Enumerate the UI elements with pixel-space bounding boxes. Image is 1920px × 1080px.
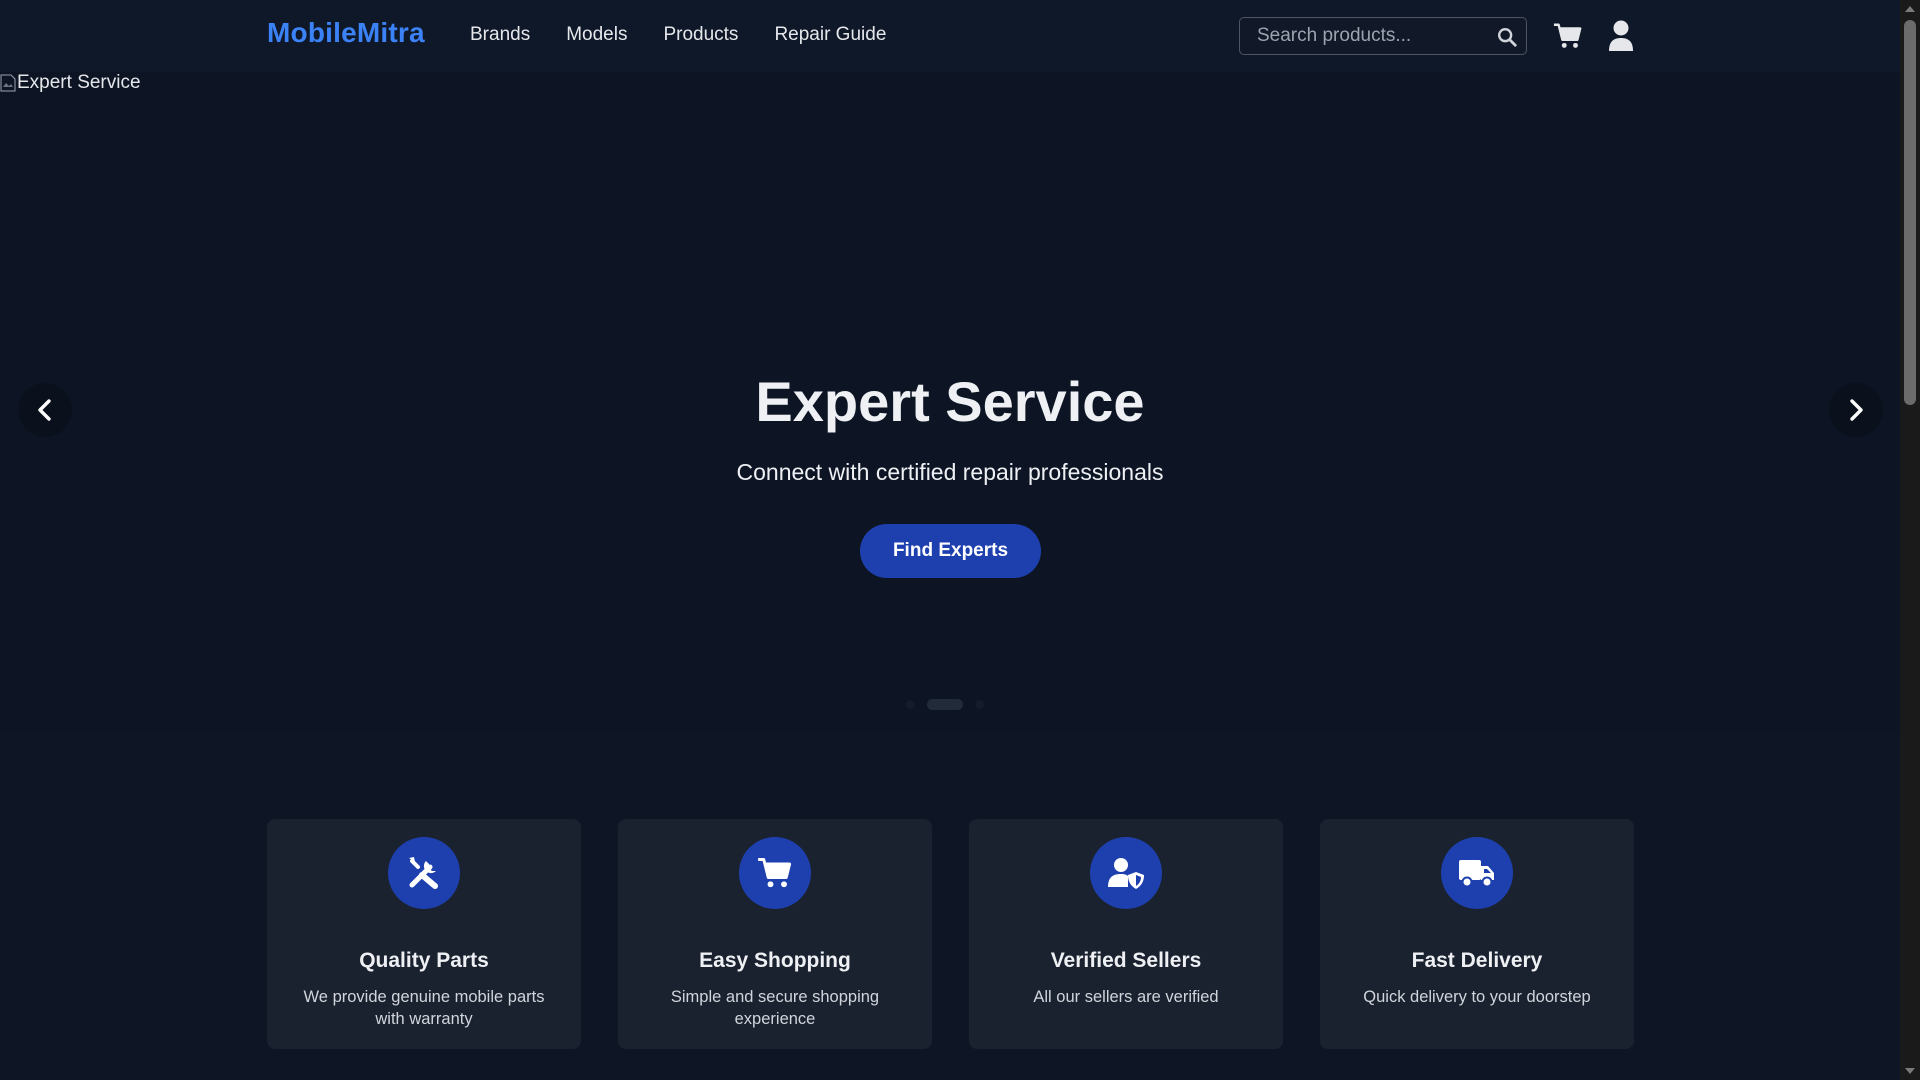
scrollbar-thumb[interactable] <box>1904 20 1916 405</box>
nav-link-products[interactable]: Products <box>663 24 738 46</box>
scroll-down-arrow-icon[interactable] <box>1905 1068 1915 1074</box>
search-box <box>1239 17 1527 55</box>
user-icon[interactable] <box>1607 20 1635 52</box>
scroll-up-arrow-icon[interactable] <box>1905 6 1915 12</box>
cart-icon <box>758 858 792 888</box>
hero-image-alt: Expert Service <box>17 72 141 93</box>
navbar: MobileMitra Brands Models Products Repai… <box>0 0 1900 72</box>
feature-card: Fast Delivery Quick delivery to your doo… <box>1320 819 1634 1049</box>
feature-description: Simple and secure shopping experience <box>670 988 880 1028</box>
nav-links: Brands Models Products Repair Guide <box>470 24 886 46</box>
page: MobileMitra Brands Models Products Repai… <box>0 0 1900 1080</box>
tools-icon <box>409 857 438 889</box>
feature-icon-circle <box>739 837 811 909</box>
carousel-dot-1[interactable] <box>906 700 915 709</box>
feature-title: Quality Parts <box>359 949 489 972</box>
feature-card: Quality Parts We provide genuine mobile … <box>267 819 581 1049</box>
carousel-indicators <box>906 699 984 710</box>
hero-image: Expert Service <box>0 72 141 94</box>
features-section: Quality Parts We provide genuine mobile … <box>267 819 1634 1049</box>
feature-title: Fast Delivery <box>1411 949 1543 972</box>
chevron-right-icon <box>1850 399 1863 421</box>
search-icon[interactable] <box>1496 26 1518 48</box>
chevron-left-icon <box>38 399 51 421</box>
user-shield-icon <box>1108 858 1144 889</box>
page-scrollbar[interactable] <box>1900 0 1920 1080</box>
feature-icon-circle <box>1441 837 1513 909</box>
feature-icon-circle <box>388 837 460 909</box>
feature-description: Quick delivery to your doorstep <box>1363 988 1591 1006</box>
feature-icon-circle <box>1090 837 1162 909</box>
logo[interactable]: MobileMitra <box>267 17 425 49</box>
carousel-prev-button[interactable] <box>18 383 72 437</box>
broken-image-icon <box>0 74 16 92</box>
carousel-dot-3[interactable] <box>975 700 984 709</box>
carousel-next-button[interactable] <box>1829 383 1883 437</box>
nav-link-repair-guide[interactable]: Repair Guide <box>774 24 886 46</box>
hero-subtitle: Connect with certified repair profession… <box>736 459 1164 485</box>
hero-title: Expert Service <box>755 370 1145 433</box>
hero-carousel: Expert Service Expert Service Connect wi… <box>0 72 1900 732</box>
cart-icon[interactable] <box>1553 21 1583 51</box>
feature-title: Easy Shopping <box>699 949 851 972</box>
search-input[interactable] <box>1240 18 1490 54</box>
feature-card: Verified Sellers All our sellers are ver… <box>969 819 1283 1049</box>
feature-title: Verified Sellers <box>1050 949 1202 972</box>
nav-link-brands[interactable]: Brands <box>470 24 530 46</box>
nav-link-models[interactable]: Models <box>566 24 627 46</box>
truck-icon <box>1459 860 1494 888</box>
feature-description: All our sellers are verified <box>1033 988 1219 1006</box>
find-experts-button[interactable]: Find Experts <box>860 524 1041 578</box>
feature-card: Easy Shopping Simple and secure shopping… <box>618 819 932 1049</box>
carousel-dot-2[interactable] <box>927 699 963 710</box>
feature-description: We provide genuine mobile parts with war… <box>303 988 545 1028</box>
